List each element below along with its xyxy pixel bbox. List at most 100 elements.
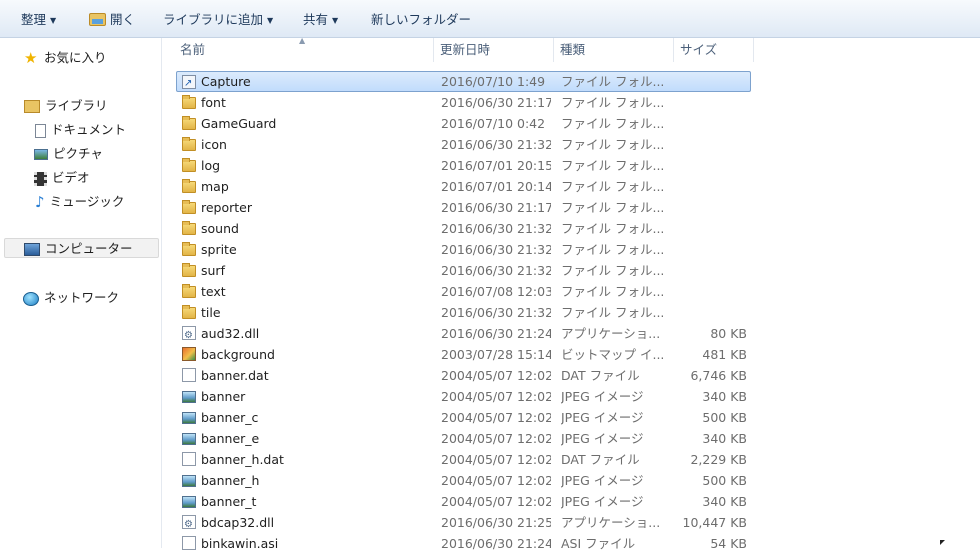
library-icon bbox=[24, 100, 40, 113]
folder-icon bbox=[182, 242, 196, 256]
file-size: 340 KB bbox=[702, 494, 747, 509]
file-size: 80 KB bbox=[710, 326, 747, 341]
file-row[interactable]: sound 2016/06/30 21:32 ファイル フォル... bbox=[162, 218, 980, 239]
file-row[interactable]: font 2016/06/30 21:17 ファイル フォル... bbox=[162, 92, 980, 113]
file-type: JPEG イメージ bbox=[561, 473, 644, 488]
file-type: アプリケーショ... bbox=[561, 515, 661, 530]
column-name[interactable]: 名前 bbox=[174, 38, 434, 62]
file-row[interactable]: bdcap32.dll 2016/06/30 21:25 アプリケーショ... 10,… bbox=[162, 512, 980, 535]
file-type: ファイル フォル... bbox=[561, 263, 665, 278]
file-type: ファイル フォル... bbox=[561, 158, 665, 173]
file-name: banner_h bbox=[201, 473, 260, 488]
nav-item-videos[interactable]: ビデオ bbox=[34, 168, 90, 188]
nav-item-label: ミュージック bbox=[49, 194, 125, 209]
file-name: aud32.dll bbox=[201, 326, 260, 341]
file-name: banner.dat bbox=[201, 368, 269, 383]
folder-icon bbox=[182, 284, 196, 298]
file-modified: 2016/06/30 21:32 bbox=[441, 221, 551, 236]
file-row[interactable]: text 2016/07/08 12:03 ファイル フォル... bbox=[162, 281, 980, 302]
file-row[interactable]: tile 2016/06/30 21:32 ファイル フォル... bbox=[162, 302, 980, 323]
file-type: ファイル フォル... bbox=[561, 179, 665, 194]
nav-item-documents[interactable]: ドキュメント bbox=[35, 120, 126, 140]
folder-icon bbox=[182, 158, 196, 172]
file-row[interactable]: surf 2016/06/30 21:32 ファイル フォル... bbox=[162, 260, 980, 281]
picture-icon bbox=[34, 149, 48, 160]
file-row[interactable]: icon 2016/06/30 21:32 ファイル フォル... bbox=[162, 134, 980, 155]
file-name: binkawin.asi bbox=[201, 536, 279, 551]
nav-item-computer[interactable]: コンピューター bbox=[4, 238, 159, 258]
folder-icon bbox=[182, 95, 196, 109]
file-row[interactable]: Capture 2016/07/10 1:49 ファイル フォル... bbox=[162, 71, 980, 94]
file-size: 54 KB bbox=[710, 536, 747, 551]
file-row[interactable]: background 2003/07/28 15:14 ビットマップ イ... 481… bbox=[162, 344, 980, 365]
share-button[interactable]: 共有 ▼ bbox=[303, 11, 338, 29]
add-to-library-label: ライブラリに追加 bbox=[163, 12, 264, 27]
file-name: map bbox=[201, 179, 229, 194]
file-type: ASI ファイル bbox=[561, 536, 636, 551]
file-row[interactable]: banner 2004/05/07 12:02 JPEG イメージ 340 KB bbox=[162, 386, 980, 407]
nav-item-label: ネットワーク bbox=[44, 290, 120, 305]
nav-item-label: ドキュメント bbox=[51, 122, 127, 137]
dll-icon bbox=[182, 325, 196, 346]
jpeg-icon bbox=[182, 475, 196, 487]
file-size: 481 KB bbox=[702, 347, 747, 362]
nav-item-pictures[interactable]: ピクチャ bbox=[34, 144, 103, 164]
file-row[interactable]: sprite 2016/06/30 21:32 ファイル フォル... bbox=[162, 239, 980, 260]
file-row[interactable]: log 2016/07/01 20:15 ファイル フォル... bbox=[162, 155, 980, 176]
column-name-label: 名前 bbox=[180, 42, 206, 57]
file-modified: 2016/07/10 1:49 bbox=[441, 74, 546, 89]
nav-item-libraries[interactable]: ライブラリ bbox=[24, 96, 108, 116]
open-folder-icon bbox=[89, 13, 106, 26]
chevron-down-icon: ▼ bbox=[267, 16, 274, 25]
file-row[interactable]: banner_e 2004/05/07 12:02 JPEG イメージ 340 KB bbox=[162, 428, 980, 449]
file-size: 500 KB bbox=[702, 410, 747, 425]
file-modified: 2016/06/30 21:32 bbox=[441, 305, 551, 320]
file-row[interactable]: map 2016/07/01 20:14 ファイル フォル... bbox=[162, 176, 980, 197]
file-modified: 2004/05/07 12:02 bbox=[441, 494, 551, 509]
nav-item-music[interactable]: ♪ ミュージック bbox=[35, 192, 124, 212]
file-size: 6,746 KB bbox=[690, 368, 747, 383]
file-modified: 2016/06/30 21:17 bbox=[441, 95, 551, 110]
file-row[interactable]: banner_t 2004/05/07 12:02 JPEG イメージ 340 KB bbox=[162, 491, 980, 512]
column-size[interactable]: サイズ bbox=[674, 38, 754, 62]
share-label: 共有 bbox=[303, 12, 329, 27]
column-type[interactable]: 種類 bbox=[554, 38, 674, 62]
file-name: bdcap32.dll bbox=[201, 515, 275, 530]
file-name: banner_h.dat bbox=[201, 452, 284, 467]
file-row[interactable]: aud32.dll 2016/06/30 21:24 アプリケーショ... 80 KB bbox=[162, 323, 980, 346]
new-folder-button[interactable]: 新しいフォルダー bbox=[371, 11, 471, 29]
file-size: 340 KB bbox=[702, 389, 747, 404]
file-modified: 2004/05/07 12:02 bbox=[441, 368, 551, 383]
nav-item-network[interactable]: ネットワーク bbox=[23, 288, 119, 308]
file-name: text bbox=[201, 284, 226, 299]
file-type: ファイル フォル... bbox=[561, 95, 665, 110]
column-type-label: 種類 bbox=[560, 42, 586, 57]
column-size-label: サイズ bbox=[680, 42, 718, 57]
file-row[interactable]: reporter 2016/06/30 21:17 ファイル フォル... bbox=[162, 197, 980, 218]
file-name: sprite bbox=[201, 242, 237, 257]
file-modified: 2016/07/10 0:42 bbox=[441, 116, 546, 131]
column-modified[interactable]: 更新日時 bbox=[434, 38, 554, 62]
file-row[interactable]: banner.dat 2004/05/07 12:02 DAT ファイル 6,746 … bbox=[162, 365, 980, 386]
navigation-pane: ★ お気に入り ライブラリ ドキュメント ピクチャ ビデオ ♪ ミュージック コンピ… bbox=[0, 38, 162, 548]
file-row[interactable]: binkawin.asi 2016/06/30 21:24 ASI ファイル 54 K… bbox=[162, 533, 980, 554]
open-button[interactable]: 開く bbox=[89, 11, 135, 29]
music-note-icon: ♪ bbox=[35, 193, 45, 211]
column-header: ▲ 名前 更新日時 種類 サイズ bbox=[162, 36, 980, 62]
file-size: 10,447 KB bbox=[682, 515, 747, 530]
organize-button[interactable]: 整理 ▼ bbox=[21, 11, 56, 29]
file-row[interactable]: GameGuard 2016/07/10 0:42 ファイル フォル... bbox=[162, 113, 980, 134]
add-to-library-button[interactable]: ライブラリに追加 ▼ bbox=[163, 11, 273, 29]
nav-item-favorites[interactable]: ★ お気に入り bbox=[24, 48, 107, 68]
file-type: DAT ファイル bbox=[561, 452, 640, 467]
file-row[interactable]: banner_h 2004/05/07 12:02 JPEG イメージ 500 KB bbox=[162, 470, 980, 491]
file-name: banner_t bbox=[201, 494, 257, 509]
file-row[interactable]: banner_c 2004/05/07 12:02 JPEG イメージ 500 KB bbox=[162, 407, 980, 428]
column-modified-label: 更新日時 bbox=[440, 42, 491, 57]
file-type: ファイル フォル... bbox=[561, 242, 665, 257]
file-type: ファイル フォル... bbox=[561, 284, 665, 299]
file-row[interactable]: banner_h.dat 2004/05/07 12:02 DAT ファイル 2,22… bbox=[162, 449, 980, 470]
network-icon bbox=[23, 291, 39, 306]
file-name: GameGuard bbox=[201, 116, 277, 131]
nav-item-label: お気に入り bbox=[44, 50, 107, 65]
